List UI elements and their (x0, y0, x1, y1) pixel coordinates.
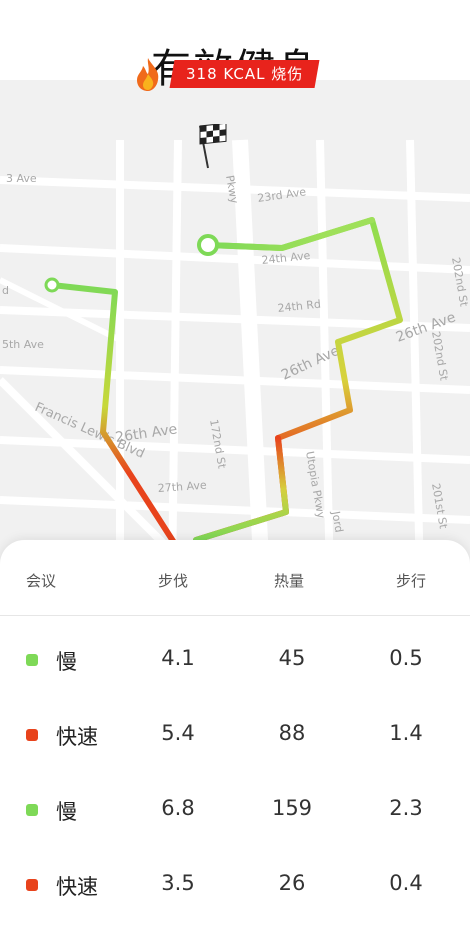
row-pace: 4.1 (161, 646, 195, 670)
calories-badge: 318 KCAL 烧伤 (169, 60, 320, 88)
row-pace: 3.5 (161, 871, 195, 895)
svg-text:26th Ave: 26th Ave (279, 343, 342, 384)
col-pace: 步伐 (158, 572, 189, 590)
row-walk: 0.4 (389, 871, 423, 895)
row-name: 慢 (56, 800, 77, 824)
svg-text:202nd St: 202nd St (429, 330, 451, 382)
calories-badge-text: 318 KCAL 烧伤 (186, 65, 304, 83)
table-row[interactable]: 快速 5.4 88 1.4 (0, 715, 470, 755)
svg-text:5th Ave: 5th Ave (2, 338, 44, 351)
slow-status-dot (26, 654, 38, 666)
table-row[interactable]: 快速 3.5 26 0.4 (0, 865, 470, 905)
row-walk: 1.4 (389, 721, 423, 745)
finish-flag-icon (199, 124, 227, 169)
table-header: 会议 步伐 热量 步行 (0, 570, 470, 594)
col-calories: 热量 (274, 572, 305, 590)
slow-status-dot (26, 804, 38, 816)
row-walk: 0.5 (389, 646, 423, 670)
row-pace: 6.8 (161, 796, 195, 820)
svg-text:d: d (2, 284, 9, 297)
fast-status-dot (26, 729, 38, 741)
table-row[interactable]: 慢 4.1 45 0.5 (0, 640, 470, 680)
svg-text:202nd St: 202nd St (449, 256, 470, 308)
fast-status-dot (26, 879, 38, 891)
svg-text:27th Ave: 27th Ave (157, 479, 207, 495)
row-calories: 45 (278, 646, 306, 670)
row-calories: 88 (278, 721, 306, 745)
row-name: 慢 (56, 650, 77, 674)
svg-text:3 Ave: 3 Ave (6, 172, 37, 185)
divider (0, 615, 470, 616)
map-canvas: 3 Ave 23rd Ave Pkwy 24th Ave 202nd St d … (0, 139, 470, 580)
col-walk: 步行 (396, 572, 427, 590)
flame-icon (137, 58, 159, 91)
svg-text:24th Rd: 24th Rd (277, 298, 322, 315)
col-session: 会议 (26, 572, 57, 590)
stats-panel: 会议 步伐 热量 步行 慢 4.1 45 0.5 快速 5.4 88 1.4 慢… (0, 540, 470, 926)
row-name: 快速 (56, 875, 98, 899)
row-pace: 5.4 (161, 721, 195, 745)
route-map[interactable]: 3 Ave 23rd Ave Pkwy 24th Ave 202nd St d … (0, 80, 470, 580)
row-calories: 159 (271, 796, 313, 820)
svg-text:172nd St: 172nd St (207, 418, 229, 470)
table-row[interactable]: 慢 6.8 159 2.3 (0, 790, 470, 830)
row-calories: 26 (278, 871, 306, 895)
svg-text:201st St: 201st St (429, 482, 450, 530)
row-walk: 2.3 (389, 796, 423, 820)
row-name: 快速 (56, 725, 98, 749)
svg-text:26th Ave: 26th Ave (394, 309, 458, 345)
